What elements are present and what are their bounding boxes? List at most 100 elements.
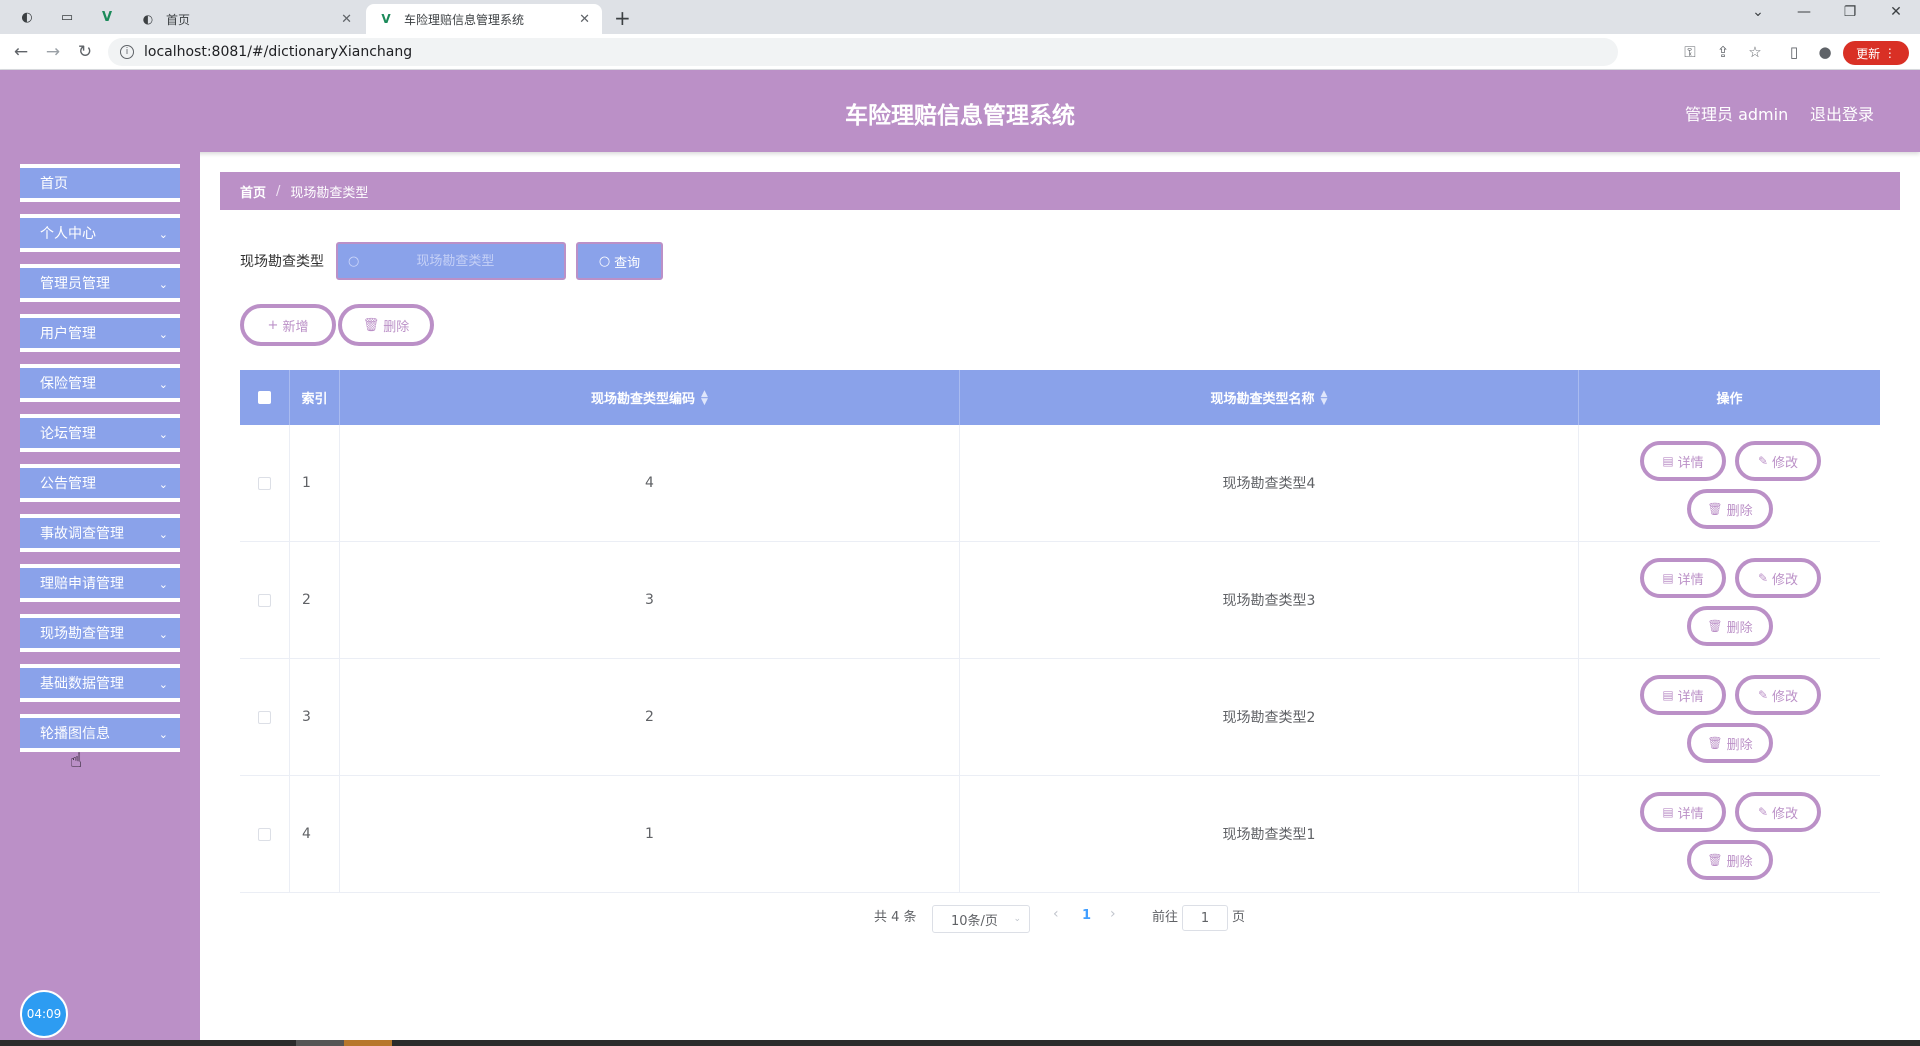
- column-header-name[interactable]: 现场勘查类型名称 ▲ ▼: [960, 370, 1579, 425]
- goto-page-input[interactable]: [1182, 905, 1228, 931]
- back-icon[interactable]: ←: [10, 42, 32, 62]
- query-button[interactable]: ○ 查询: [576, 242, 663, 280]
- taskbar-strip: [0, 1040, 1920, 1046]
- window-close-icon[interactable]: ✕: [1884, 4, 1908, 20]
- tab-app[interactable]: V 车险理赔信息管理系统 ✕: [366, 4, 602, 34]
- table-header: 索引 现场勘查类型编码 ▲ ▼ 现场勘查类型名称 ▲ ▼ 操作: [240, 370, 1880, 425]
- batch-delete-button[interactable]: 🗑 删除: [338, 304, 434, 346]
- sidebar-item-admins[interactable]: 管理员管理 ⌄: [20, 264, 180, 302]
- tab-home[interactable]: ◐ 首页 ✕: [128, 4, 364, 34]
- sidebar-item-users[interactable]: 用户管理 ⌄: [20, 314, 180, 352]
- pinned-tab-icon[interactable]: ▭: [56, 6, 78, 28]
- add-button[interactable]: + 新增: [240, 304, 336, 346]
- breadcrumb-current: 现场勘查类型: [290, 185, 369, 201]
- sidebar-item-home[interactable]: 首页: [20, 164, 180, 202]
- row-checkbox[interactable]: [258, 710, 271, 724]
- edit-button[interactable]: ✎ 修改: [1735, 441, 1821, 481]
- row-checkbox[interactable]: [258, 593, 271, 607]
- pinned-tab-icon[interactable]: ◐: [16, 6, 38, 28]
- page-size-select[interactable]: 10条/页 ⌄: [932, 905, 1030, 933]
- detail-button[interactable]: ▤ 详情: [1640, 441, 1726, 481]
- sidebar-item-forum[interactable]: 论坛管理 ⌄: [20, 414, 180, 452]
- key-icon[interactable]: ⚿: [1680, 43, 1700, 61]
- search-input[interactable]: [365, 253, 546, 269]
- address-bar[interactable]: i localhost:8081/#/dictionaryXianchang: [108, 38, 1618, 66]
- row-index: 1: [290, 425, 340, 541]
- close-icon[interactable]: ✕: [341, 12, 352, 27]
- chevron-down-icon: ⌄: [158, 478, 168, 491]
- pencil-icon: ✎: [1757, 454, 1769, 468]
- tab-search-icon[interactable]: ⌄: [1746, 4, 1770, 20]
- sidebar-item-insurance[interactable]: 保险管理 ⌄: [20, 364, 180, 402]
- forward-icon[interactable]: →: [42, 42, 64, 62]
- search-icon: ○: [598, 253, 611, 269]
- row-checkbox[interactable]: [258, 827, 271, 841]
- next-page-icon[interactable]: ›: [1110, 906, 1116, 922]
- select-all-checkbox[interactable]: [258, 391, 271, 404]
- new-tab-button[interactable]: +: [614, 6, 631, 30]
- update-button[interactable]: 更新 ⋮: [1843, 41, 1909, 65]
- sidebar: 首页 个人中心 ⌄ 管理员管理 ⌄ 用户管理 ⌄ 保险管理 ⌄ 论坛管理 ⌄ 公告管理 ⌄ …: [0, 152, 200, 1040]
- detail-button[interactable]: ▤ 详情: [1640, 675, 1726, 715]
- chevron-down-icon: ⌄: [158, 428, 168, 441]
- sort-icon[interactable]: ▲ ▼: [701, 389, 708, 406]
- globe-icon: ◐: [142, 12, 154, 26]
- row-name: 现场勘查类型3: [960, 542, 1579, 658]
- chevron-down-icon: ⌄: [158, 628, 168, 641]
- sidebar-item-site-survey[interactable]: 现场勘查管理 ⌄: [20, 614, 180, 652]
- pagination-total: 共 4 条: [874, 910, 917, 925]
- sidebar-item-carousel[interactable]: 轮播图信息 ⌄: [20, 714, 180, 752]
- table-row: 3 2 现场勘查类型2 ▤ 详情 ✎ 修改 🗑 删除: [240, 659, 1880, 776]
- delete-button[interactable]: 🗑 删除: [1687, 606, 1773, 646]
- sort-icon[interactable]: ▲ ▼: [1321, 389, 1328, 406]
- row-index: 4: [290, 776, 340, 892]
- detail-button[interactable]: ▤ 详情: [1640, 558, 1726, 598]
- trash-icon: 🗑: [1707, 853, 1723, 867]
- logout-link[interactable]: 退出登录: [1810, 101, 1874, 125]
- minimize-icon[interactable]: —: [1792, 4, 1816, 20]
- page-number-current[interactable]: 1: [1082, 908, 1091, 923]
- edit-button[interactable]: ✎ 修改: [1735, 558, 1821, 598]
- breadcrumb-home[interactable]: 首页: [240, 182, 266, 201]
- trash-icon: 🗑: [1707, 502, 1723, 516]
- delete-button[interactable]: 🗑 删除: [1687, 489, 1773, 529]
- reload-icon[interactable]: ↻: [74, 42, 96, 62]
- edit-button[interactable]: ✎ 修改: [1735, 792, 1821, 832]
- prev-page-icon[interactable]: ‹: [1053, 906, 1059, 922]
- column-header-index: 索引: [290, 370, 340, 425]
- vue-icon[interactable]: V: [96, 6, 118, 28]
- row-checkbox[interactable]: [258, 476, 271, 490]
- row-name: 现场勘查类型1: [960, 776, 1579, 892]
- row-name: 现场勘查类型4: [960, 425, 1579, 541]
- info-icon[interactable]: i: [120, 45, 134, 59]
- delete-button[interactable]: 🗑 删除: [1687, 723, 1773, 763]
- column-header-code[interactable]: 现场勘查类型编码 ▲ ▼: [340, 370, 960, 425]
- profile-icon[interactable]: ●: [1815, 43, 1835, 61]
- browser-tab-bar: ◐ ▭ V ◐ 首页 ✕ V 车险理赔信息管理系统 ✕ + ⌄ — ❐ ✕: [0, 0, 1920, 34]
- close-icon[interactable]: ✕: [579, 12, 590, 27]
- share-icon[interactable]: ⇪: [1713, 43, 1733, 61]
- pencil-icon: ✎: [1757, 688, 1769, 702]
- edit-button[interactable]: ✎ 修改: [1735, 675, 1821, 715]
- sidebar-item-accident-investigation[interactable]: 事故调查管理 ⌄: [20, 514, 180, 552]
- document-icon: ▤: [1662, 688, 1674, 702]
- delete-button[interactable]: 🗑 删除: [1687, 840, 1773, 880]
- star-icon[interactable]: ☆: [1745, 43, 1765, 61]
- search-field[interactable]: ○: [336, 242, 566, 280]
- clock-widget: 04:09: [20, 990, 68, 1038]
- sidepanel-icon[interactable]: ▯: [1784, 43, 1804, 61]
- browser-toolbar: ← → ↻ i localhost:8081/#/dictionaryXianc…: [0, 34, 1920, 70]
- pencil-icon: ✎: [1757, 805, 1769, 819]
- row-name: 现场勘查类型2: [960, 659, 1579, 775]
- row-code: 3: [340, 542, 960, 658]
- sidebar-item-notices[interactable]: 公告管理 ⌄: [20, 464, 180, 502]
- sidebar-item-claims[interactable]: 理赔申请管理 ⌄: [20, 564, 180, 602]
- table-row: 4 1 现场勘查类型1 ▤ 详情 ✎ 修改 🗑 删除: [240, 776, 1880, 893]
- document-icon: ▤: [1662, 805, 1674, 819]
- restore-icon[interactable]: ❐: [1838, 4, 1862, 20]
- chevron-down-icon: ⌄: [158, 278, 168, 291]
- sidebar-item-profile[interactable]: 个人中心 ⌄: [20, 214, 180, 252]
- document-icon: ▤: [1662, 571, 1674, 585]
- detail-button[interactable]: ▤ 详情: [1640, 792, 1726, 832]
- sidebar-item-base-data[interactable]: 基础数据管理 ⌄: [20, 664, 180, 702]
